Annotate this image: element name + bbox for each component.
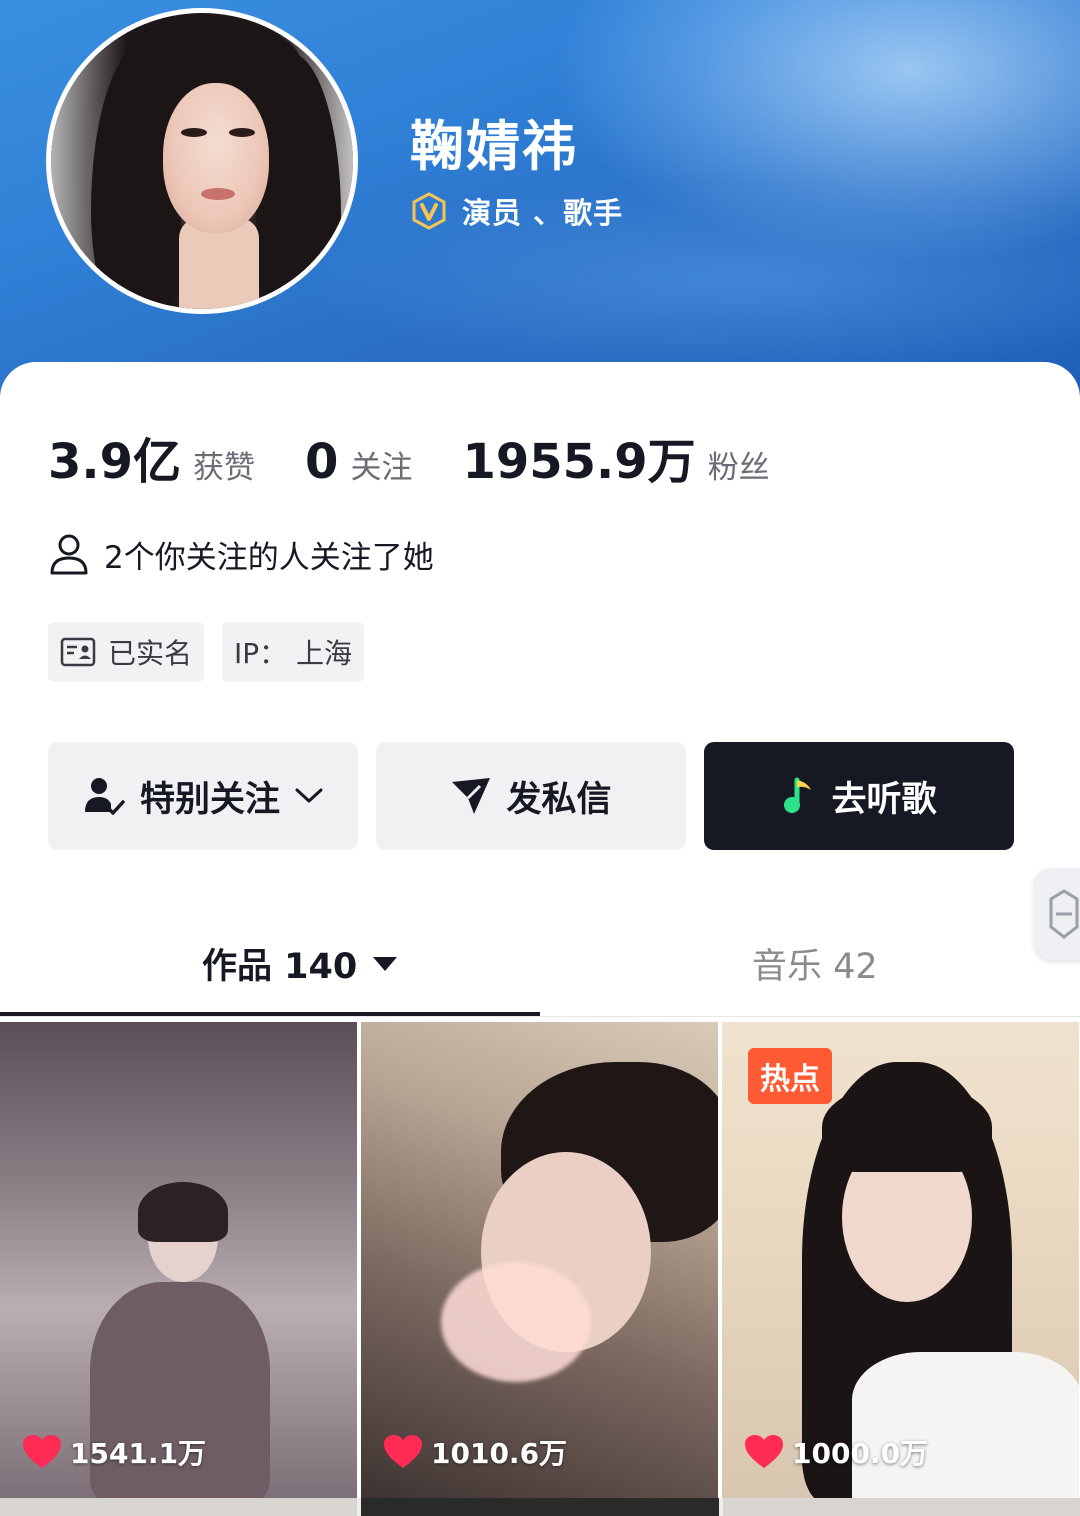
profile-name: 鞠婧祎 bbox=[410, 115, 578, 178]
tab-works[interactable]: 作品 140 bbox=[202, 938, 399, 989]
stat-following-value: 0 bbox=[305, 434, 339, 490]
caret-down-icon bbox=[373, 956, 398, 971]
profile-actions: 特别关注 发私信 去听歌 bbox=[48, 742, 1014, 850]
tab-divider bbox=[0, 1016, 1080, 1017]
stat-likes[interactable]: 3.9亿 获赞 bbox=[48, 422, 255, 492]
ip-location-label: IP： 上海 bbox=[234, 637, 353, 670]
person-icon bbox=[50, 534, 88, 574]
video-likes: 1541.1万 bbox=[22, 1432, 206, 1472]
id-card-icon bbox=[60, 637, 96, 667]
tab-music-label: 音乐 42 bbox=[752, 947, 878, 987]
send-icon bbox=[452, 778, 491, 814]
special-follow-label: 特别关注 bbox=[139, 779, 280, 820]
send-message-button[interactable]: 发私信 bbox=[376, 742, 686, 850]
heart-icon bbox=[384, 1435, 422, 1468]
tag-ip-location: IP： 上海 bbox=[222, 622, 365, 682]
stat-followers-label: 粉丝 bbox=[707, 450, 770, 486]
profile-stats: 3.9亿 获赞 0 关注 1955.9万 粉丝 bbox=[48, 422, 820, 492]
tag-verified-name[interactable]: 已实名 bbox=[48, 622, 205, 682]
content-tabs: 作品 140 音乐 42 bbox=[0, 930, 1080, 1020]
hot-badge: 热点 bbox=[748, 1048, 832, 1104]
video-likes-count: 1000.0万 bbox=[792, 1437, 929, 1470]
video-likes: 1000.0万 bbox=[744, 1432, 928, 1472]
user-check-icon bbox=[84, 778, 125, 815]
profile-tags: 已实名 IP： 上海 bbox=[48, 622, 365, 682]
listen-music-button[interactable]: 去听歌 bbox=[704, 742, 1014, 850]
video-likes-count: 1541.1万 bbox=[70, 1437, 207, 1470]
heart-icon bbox=[23, 1435, 61, 1468]
stat-following-label: 关注 bbox=[350, 450, 413, 486]
avatar[interactable] bbox=[46, 8, 358, 314]
stat-following[interactable]: 0 关注 bbox=[305, 434, 412, 490]
mutual-follow-text: 2个你关注的人关注了她 bbox=[104, 540, 434, 576]
stat-likes-label: 获赞 bbox=[193, 450, 256, 486]
stat-followers[interactable]: 1955.9万 粉丝 bbox=[462, 422, 769, 492]
video-thumbnail[interactable]: 1010.6万 bbox=[361, 1022, 718, 1498]
tag-verified-name-label: 已实名 bbox=[108, 637, 193, 670]
mutual-follow-row[interactable]: 2个你关注的人关注了她 bbox=[48, 532, 434, 577]
video-thumbnail[interactable]: 1541.1万 bbox=[0, 1022, 357, 1498]
verified-badge-icon bbox=[412, 192, 446, 230]
verification-row: 演员 、歌手 bbox=[410, 190, 623, 232]
heart-icon bbox=[745, 1435, 783, 1468]
video-likes: 1010.6万 bbox=[383, 1432, 567, 1472]
send-message-label: 发私信 bbox=[506, 779, 612, 820]
chevron-down-icon bbox=[295, 788, 323, 803]
music-note-icon bbox=[784, 777, 812, 813]
tab-music[interactable]: 音乐 42 bbox=[752, 938, 878, 989]
video-likes-count: 1010.6万 bbox=[431, 1437, 568, 1470]
next-row-thumbnails bbox=[0, 1498, 1080, 1516]
verification-label: 演员 、歌手 bbox=[462, 196, 624, 230]
listen-music-label: 去听歌 bbox=[831, 779, 937, 820]
video-grid: 1541.1万 1010.6万 热点 1000.0万 bbox=[0, 1022, 1080, 1516]
special-follow-button[interactable]: 特别关注 bbox=[48, 742, 358, 850]
stat-likes-value: 3.9亿 bbox=[48, 434, 182, 490]
tab-works-label: 作品 140 bbox=[202, 947, 358, 987]
stat-followers-value: 1955.9万 bbox=[462, 434, 696, 490]
video-thumbnail[interactable]: 热点 1000.0万 bbox=[722, 1022, 1079, 1498]
